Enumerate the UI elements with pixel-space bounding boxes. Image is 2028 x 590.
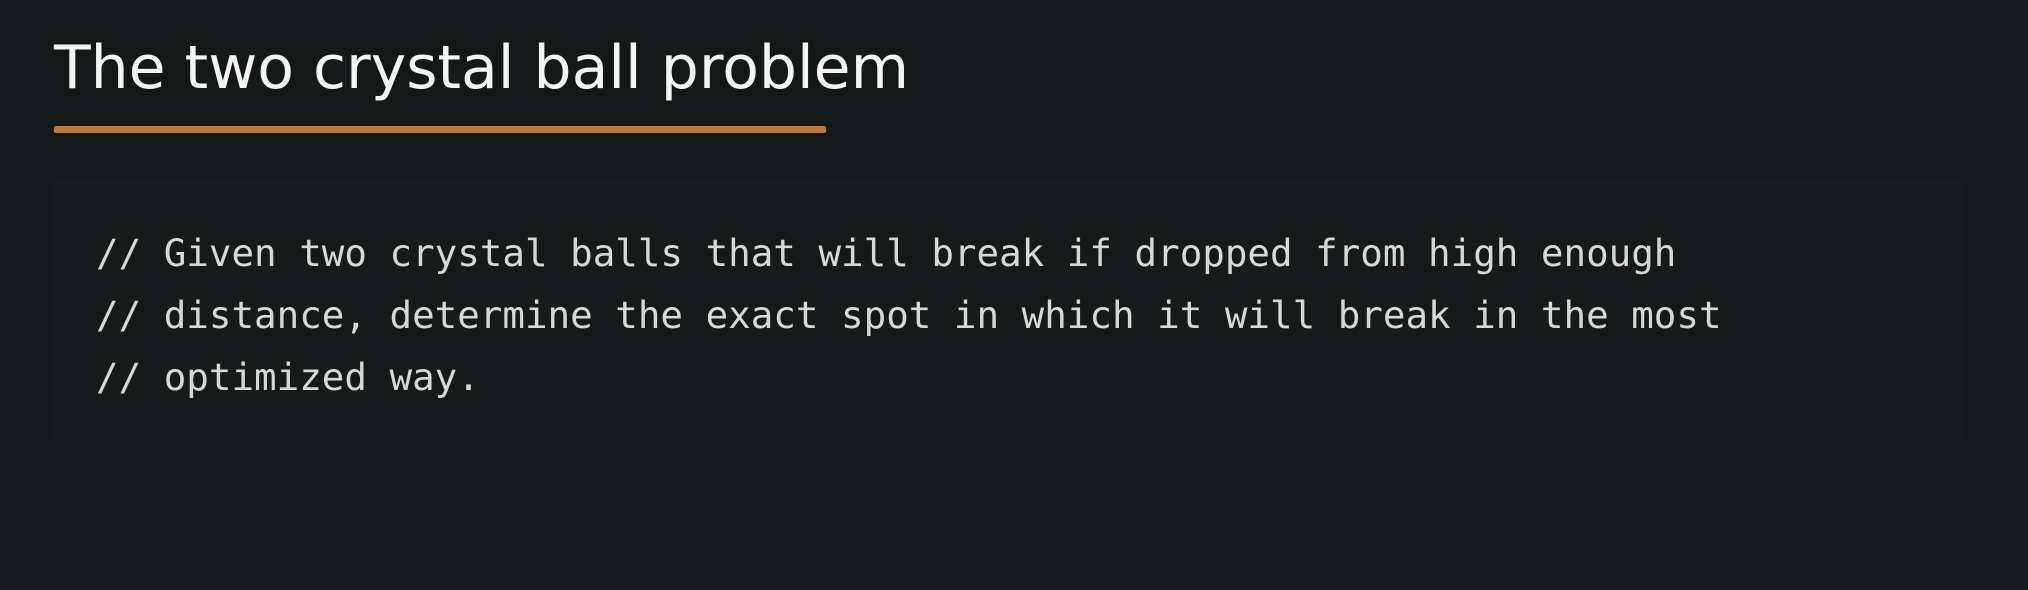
slide: The two crystal ball problem // Given tw… (0, 0, 2028, 590)
title-underline (54, 126, 826, 133)
code-line: // optimized way. (96, 355, 480, 399)
slide-title: The two crystal ball problem (54, 33, 910, 103)
code-line: // Given two crystal balls that will bre… (96, 231, 1677, 275)
code-block: // Given two crystal balls that will bre… (54, 180, 1964, 442)
code-line: // distance, determine the exact spot in… (96, 293, 1722, 337)
